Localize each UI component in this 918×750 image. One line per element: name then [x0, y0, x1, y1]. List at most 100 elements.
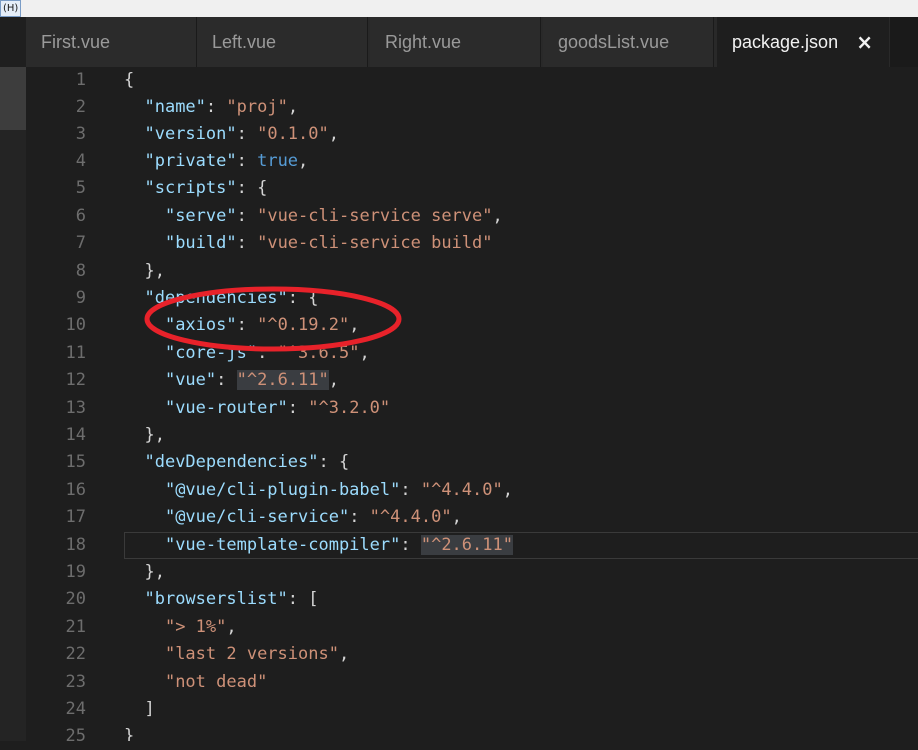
json-key: "@vue/cli-service" — [164, 507, 350, 527]
line-number: 10 — [65, 315, 86, 335]
json-string: "^4.4.0" — [420, 480, 503, 500]
json-key: "vue" — [164, 370, 217, 390]
line-number: 1 — [75, 70, 86, 90]
json-string-selected: "^2.6.11" — [236, 370, 329, 390]
json-string: "not dead" — [164, 672, 268, 692]
code-line: "serve": "vue-cli-service serve", — [164, 206, 503, 226]
code-line: "not dead" — [124, 669, 267, 696]
code-line: }, — [124, 258, 165, 285]
menu-help[interactable]: (H) — [0, 0, 22, 17]
code-line: "@vue/cli-plugin-babel": "^4.4.0", — [164, 480, 513, 500]
line-number: 12 — [65, 370, 86, 390]
json-key: "version" — [144, 124, 237, 144]
code-line: "@vue/cli-service": "^4.4.0", — [164, 507, 462, 527]
code-line: "scripts": { — [144, 178, 268, 198]
json-string: "0.1.0" — [257, 124, 329, 144]
tab-left-vue[interactable]: Left.vue — [197, 17, 368, 67]
bracket: ] — [144, 699, 155, 719]
brace: }, — [144, 261, 165, 281]
json-key: "build" — [164, 233, 237, 253]
line-number: 14 — [65, 425, 86, 445]
code-line: { — [124, 67, 134, 94]
json-string-selected: "^2.6.11" — [420, 535, 513, 555]
code-line: ] — [124, 696, 155, 723]
json-key: "vue-router" — [164, 398, 288, 418]
code-line: "build": "vue-cli-service build" — [164, 233, 493, 253]
json-key: "browserslist" — [144, 589, 288, 609]
line-number: 13 — [65, 398, 86, 418]
line-number: 22 — [65, 644, 86, 664]
line-number: 5 — [75, 178, 86, 198]
line-number: 6 — [75, 206, 86, 226]
code-line: "vue": "^2.6.11", — [164, 370, 339, 390]
json-key: "vue-template-compiler" — [164, 535, 401, 555]
code-line: "devDependencies": { — [144, 452, 350, 472]
line-number: 11 — [65, 343, 86, 363]
code-line: "last 2 versions", — [164, 644, 350, 664]
code-line: "name": "proj", — [144, 97, 299, 117]
code-line: "vue-template-compiler": "^2.6.11" — [164, 535, 513, 555]
line-number: 9 — [75, 288, 86, 308]
tab-label: package.json — [732, 32, 839, 52]
json-string: "^3.2.0" — [308, 398, 391, 418]
code-editor[interactable]: { "name": "proj", "version": "0.1.0", "p… — [96, 67, 918, 741]
tab-right-vue[interactable]: Right.vue — [370, 17, 541, 67]
json-string: "vue-cli-service serve" — [257, 206, 493, 226]
json-string: "last 2 versions" — [164, 644, 339, 664]
tab-bar-spacer — [0, 17, 26, 67]
code-line: "vue-router": "^3.2.0" — [164, 398, 391, 418]
menu-bar: (H) — [0, 0, 918, 18]
brace: { — [124, 70, 135, 90]
json-key: "name" — [144, 97, 206, 117]
line-number: 15 — [65, 452, 86, 472]
line-number: 18 — [65, 535, 86, 555]
code-line: } — [124, 723, 134, 741]
line-number: 24 — [65, 699, 86, 719]
json-key: "scripts" — [144, 178, 237, 198]
tab-first-vue[interactable]: First.vue — [26, 17, 197, 67]
brace: }, — [144, 562, 165, 582]
json-key: "@vue/cli-plugin-babel" — [164, 480, 401, 500]
line-number: 4 — [75, 151, 86, 171]
json-string: "> 1%" — [164, 617, 227, 637]
line-number: 23 — [65, 672, 86, 692]
line-number: 3 — [75, 124, 86, 144]
code-line: "> 1%", — [164, 617, 237, 637]
tab-package-json[interactable]: package.json × — [717, 17, 889, 67]
line-number-gutter: 1 2 3 4 5 6 7 8 9 10 11 12 13 14 15 16 1… — [26, 67, 96, 746]
code-line: "private": true, — [144, 151, 309, 171]
code-line: "version": "0.1.0", — [144, 124, 339, 144]
brace: }, — [144, 425, 165, 445]
line-number: 20 — [65, 589, 86, 609]
json-key: "private" — [144, 151, 237, 171]
tab-label: Right.vue — [385, 32, 462, 52]
line-number: 2 — [75, 97, 86, 117]
line-number: 8 — [75, 261, 86, 281]
line-number: 7 — [75, 233, 86, 253]
scrollbar-thumb[interactable] — [0, 67, 26, 130]
annotation-ellipse — [144, 286, 402, 352]
tab-label: Left.vue — [212, 32, 277, 52]
close-icon[interactable]: × — [856, 17, 873, 67]
line-number: 17 — [65, 507, 86, 527]
json-key: "serve" — [164, 206, 237, 226]
line-number: 25 — [65, 726, 86, 746]
line-number: 19 — [65, 562, 86, 582]
tab-label: First.vue — [41, 32, 111, 52]
json-string: "vue-cli-service build" — [257, 233, 493, 253]
json-string: "proj" — [226, 97, 288, 117]
brace: } — [124, 726, 135, 741]
json-string: "^4.4.0" — [369, 507, 452, 527]
code-line: }, — [124, 559, 165, 586]
code-line: }, — [124, 422, 165, 449]
tab-bar: First.vue Left.vue Right.vue goodsList.v… — [0, 17, 918, 67]
json-key: "devDependencies" — [144, 452, 319, 472]
side-scrollbar[interactable] — [0, 67, 26, 741]
red-annotation-circle — [144, 286, 402, 352]
tab-goodslist-vue[interactable]: goodsList.vue — [543, 17, 714, 67]
tab-bar-overflow — [890, 17, 918, 67]
code-line: "browserslist": [ — [144, 589, 319, 609]
tab-label: goodsList.vue — [558, 32, 670, 52]
line-number: 21 — [65, 617, 86, 637]
line-number: 16 — [65, 480, 86, 500]
